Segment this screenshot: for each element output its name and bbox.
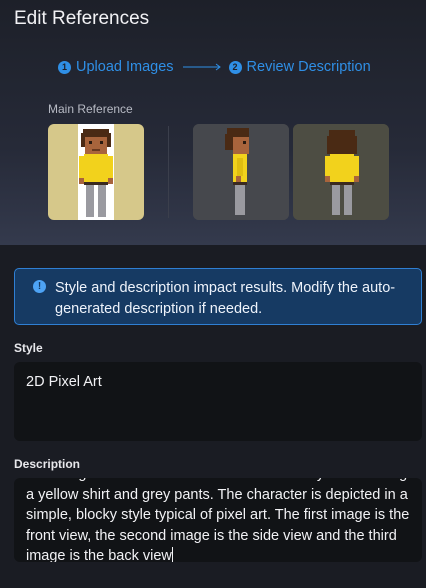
main-reference-image[interactable] [48, 124, 144, 220]
step-number: 2 [228, 60, 242, 74]
style-label: Style [14, 341, 43, 355]
description-text: The image shows a character with brown c… [26, 478, 414, 562]
alert-message: Style and description impact results. Mo… [55, 280, 396, 317]
arrow-right-icon [182, 63, 223, 71]
description-field[interactable]: The image shows a character with brown c… [14, 478, 422, 562]
page-title: Edit References [14, 8, 150, 29]
back-view-image[interactable] [293, 124, 389, 220]
text-caret [171, 547, 173, 562]
info-icon: ! [33, 280, 46, 293]
step-label: Upload Images [76, 59, 174, 75]
step-number: 1 [58, 60, 71, 74]
step-label: Review Description [246, 59, 371, 75]
description-value: The image shows a character with brown c… [26, 478, 410, 562]
style-value: 2D Pixel Art [26, 374, 102, 390]
step-review-description[interactable]: 2 Review Description [228, 59, 371, 75]
stepper: 1 Upload Images 2 Review Description [58, 58, 371, 76]
style-field[interactable]: 2D Pixel Art [14, 362, 422, 441]
step-upload-images[interactable]: 1 Upload Images [58, 59, 174, 75]
description-label: Description [14, 457, 81, 471]
side-view-image[interactable] [193, 124, 289, 220]
references-panel: Edit References 1 Upload Images 2 Review… [0, 0, 426, 245]
divider [168, 126, 169, 218]
main-reference-label: Main Reference [48, 102, 133, 116]
info-alert: ! Style and description impact results. … [14, 268, 422, 325]
